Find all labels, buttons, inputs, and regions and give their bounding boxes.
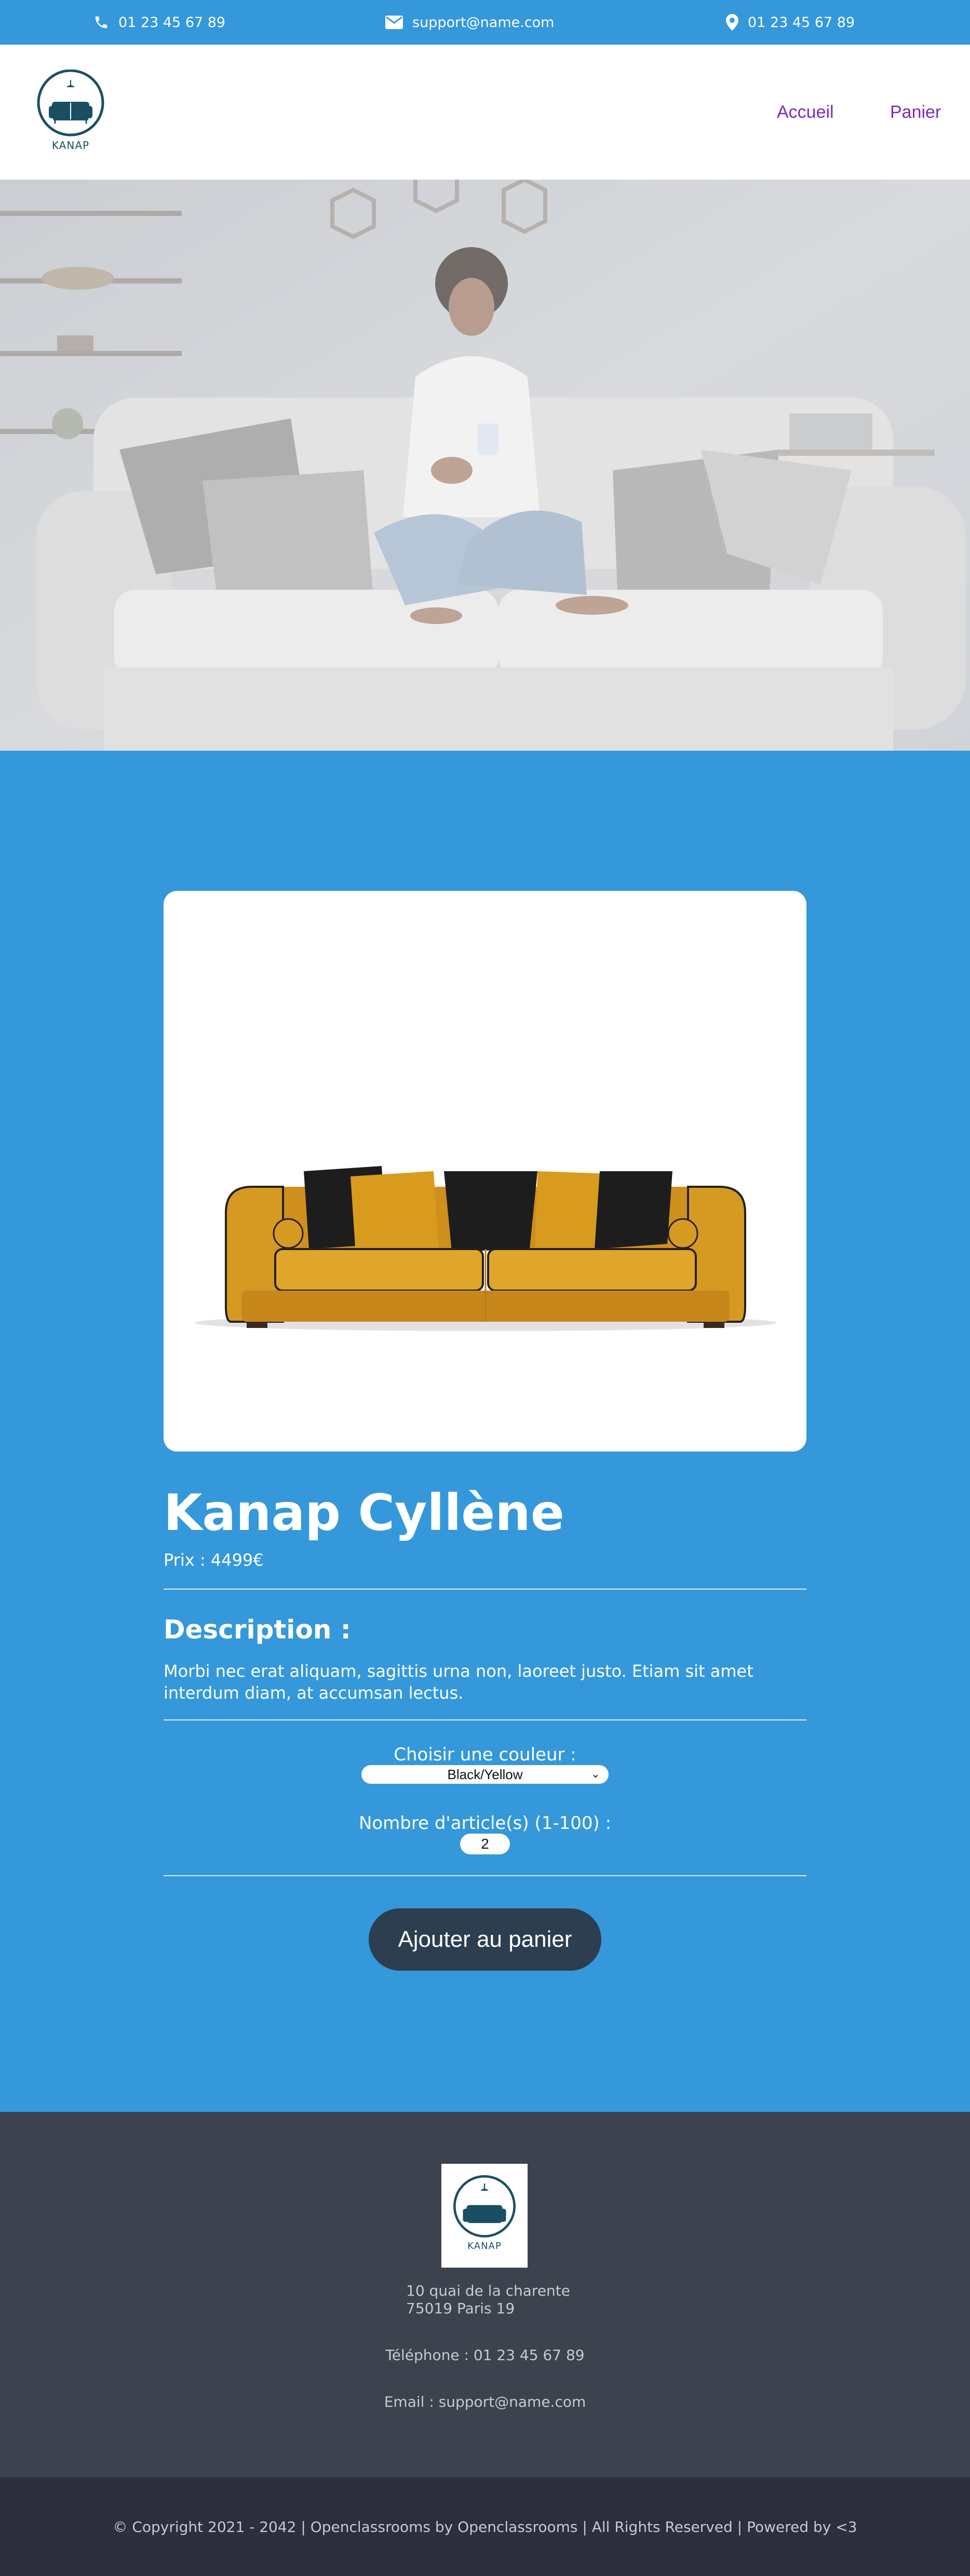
topbar-location[interactable]: 01 23 45 67 89 — [726, 0, 855, 45]
quantity-label: Nombre d'article(s) (1-100) : — [358, 1813, 612, 1834]
description-title: Description : — [164, 1615, 351, 1645]
footer-telephone: Téléphone : 01 23 45 67 89 — [385, 2347, 585, 2364]
site-header: KANAP Accueil Panier — [0, 45, 970, 180]
copyright-bar: © Copyright 2021 - 2042 | Openclassrooms… — [0, 2477, 970, 2576]
sofa-logo-icon — [37, 69, 104, 137]
copyright-text: © Copyright 2021 - 2042 | Openclassrooms… — [113, 2518, 857, 2536]
nav-home-link[interactable]: Accueil — [777, 102, 834, 123]
hero-banner — [0, 180, 970, 751]
color-select[interactable]: Black/Yellow ⌄ — [361, 1765, 609, 1784]
nav-cart-link[interactable]: Panier — [890, 102, 941, 123]
topbar-phone-text: 01 23 45 67 89 — [118, 14, 226, 31]
mail-icon — [385, 16, 403, 29]
kanap-logo[interactable]: KANAP — [34, 69, 107, 153]
footer-address: 10 quai de la charente 75019 Paris 19 — [406, 2282, 570, 2317]
divider — [164, 1719, 806, 1720]
phone-icon — [93, 15, 109, 30]
footer-email: Email : support@name.com — [384, 2393, 586, 2410]
product-image-card — [164, 891, 806, 1452]
topbar-location-text: 01 23 45 67 89 — [748, 14, 855, 31]
product-title: Kanap Cyllène — [164, 1484, 564, 1542]
sofa-logo-icon — [453, 2175, 516, 2238]
product-section: Kanap Cyllène Prix : 4499€ Description :… — [0, 751, 970, 2112]
quantity-input[interactable]: 2 — [460, 1834, 510, 1854]
address-line-1: 10 quai de la charente — [406, 2282, 570, 2299]
chevron-down-icon: ⌄ — [590, 1767, 600, 1780]
footer-logo: KANAP — [441, 2164, 528, 2268]
divider — [164, 1589, 806, 1590]
topbar-email[interactable]: support@name.com — [385, 0, 554, 45]
color-label: Choisir une couleur : — [394, 1744, 576, 1765]
topbar-phone[interactable]: 01 23 45 67 89 — [93, 0, 225, 45]
footer-logo-text: KANAP — [467, 2241, 502, 2252]
color-select-value: Black/Yellow — [447, 1766, 523, 1782]
description-text: Morbi nec erat aliquam, sagittis urna no… — [164, 1661, 753, 1703]
product-price: Prix : 4499€ — [164, 1550, 264, 1570]
divider — [164, 1875, 806, 1876]
nav-cart[interactable]: Panier — [890, 45, 941, 180]
site-footer: KANAP 10 quai de la charente 75019 Paris… — [0, 2112, 970, 2477]
location-pin-icon — [726, 14, 738, 31]
add-to-cart-button[interactable]: Ajouter au panier — [369, 1908, 601, 1971]
address-line-2: 75019 Paris 19 — [406, 2300, 515, 2317]
topbar: 01 23 45 67 89 support@name.com 01 23 45… — [0, 0, 970, 45]
logo-text: KANAP — [51, 139, 90, 152]
hero-image — [0, 180, 970, 751]
nav-home[interactable]: Accueil — [777, 45, 834, 180]
topbar-email-text: support@name.com — [412, 14, 555, 31]
sofa-product-image — [195, 1166, 776, 1331]
